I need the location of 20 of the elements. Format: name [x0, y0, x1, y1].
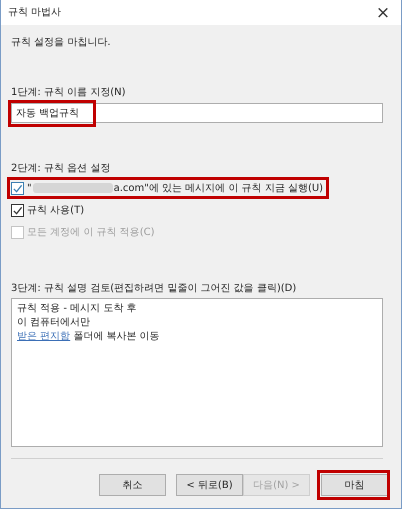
checkbox[interactable] — [11, 204, 24, 216]
option-label: 모든 계정에 이 규칙 적용(C) — [27, 226, 154, 238]
description-line: 폴더에 복사본 이동 — [73, 331, 160, 342]
rule-name-field[interactable]: 자동 백업규칙 — [11, 103, 383, 123]
close-button[interactable]: × — [365, 0, 401, 25]
step-label: 1단계: 규칙 이름 지정(N) — [11, 86, 127, 99]
step-label: 3단계: 규칙 설명 검토(편집하려면 밑줄이 그어진 값을 클릭)(D) — [11, 282, 298, 295]
wizard-button[interactable]: 마침 — [321, 474, 388, 496]
step-label: 2단계: 규칙 옵션 설정 — [11, 162, 112, 175]
option-label: a.com"에 있는 메시지에 이 규칙 지금 실행(U) — [114, 182, 324, 194]
option-label: 규칙 사용(T) — [27, 204, 84, 216]
intro-text: 규칙 설정을 마칩니다. — [11, 36, 112, 49]
description-line: 이 컴퓨터에서만 — [17, 316, 92, 330]
folder-link[interactable]: 받은 편지함 — [17, 331, 70, 342]
description-line: 규칙 적용 - 메시지 도착 후 — [17, 302, 138, 316]
option-label: " — [27, 182, 32, 194]
window-title: 규칙 마법사 — [8, 6, 62, 19]
wizard-button[interactable]: 취소 — [99, 474, 166, 496]
checkbox[interactable] — [11, 182, 24, 194]
wizard-button[interactable]: < 뒤로(B) — [176, 474, 243, 496]
